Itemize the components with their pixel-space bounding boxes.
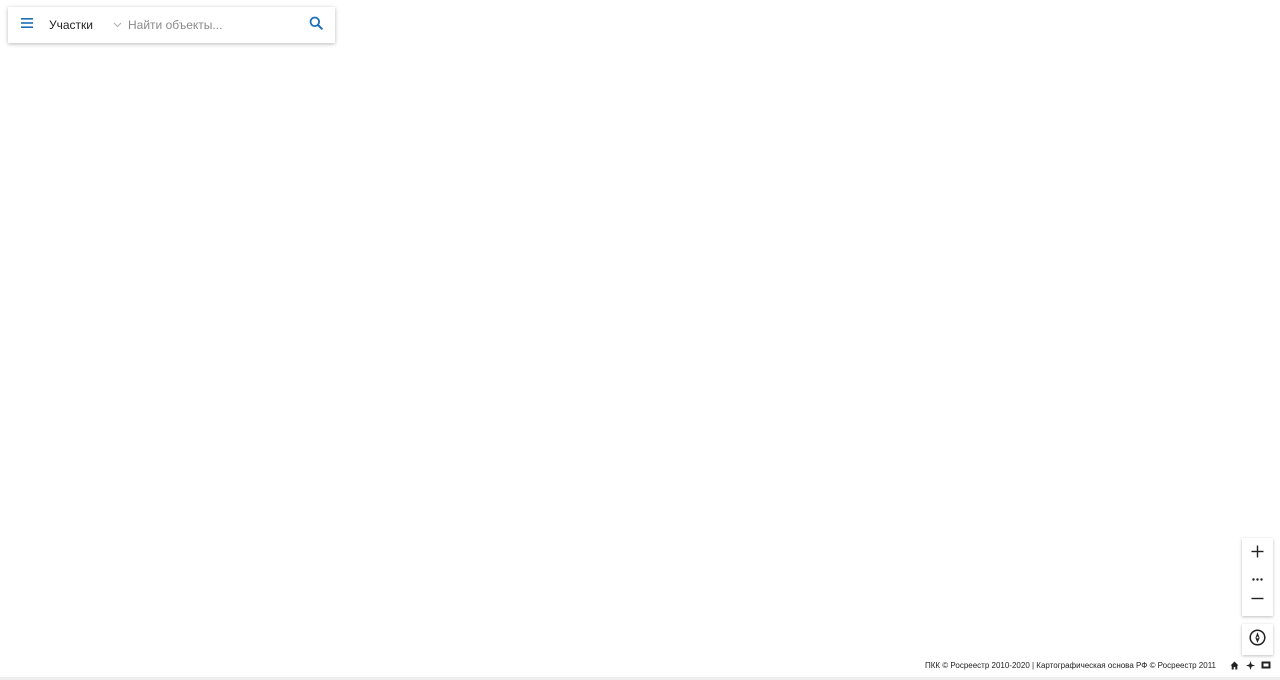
search-panel: Участки (8, 7, 335, 43)
hamburger-menu-icon (20, 16, 34, 34)
search-icon (309, 16, 323, 35)
layer-select[interactable]: Участки (46, 7, 128, 43)
map-layers-icon[interactable] (1258, 658, 1274, 672)
compass-button[interactable] (1242, 624, 1273, 655)
home-icon[interactable] (1226, 658, 1242, 672)
attribution-bar: ПКК © Росреестр 2010-2020 | Картографиче… (925, 658, 1280, 672)
zoom-out-button[interactable] (1242, 585, 1273, 616)
map-canvas[interactable] (0, 0, 1280, 680)
chevron-down-icon (113, 22, 122, 28)
zoom-more-button[interactable] (1242, 569, 1273, 585)
locate-icon[interactable] (1242, 658, 1258, 672)
zoom-in-button[interactable] (1242, 538, 1273, 569)
search-button[interactable] (297, 7, 335, 43)
plus-icon (1251, 545, 1264, 563)
menu-button[interactable] (8, 7, 46, 43)
search-input[interactable] (128, 13, 288, 37)
more-dots-icon (1252, 568, 1263, 586)
attribution-text: ПКК © Росреестр 2010-2020 | Картографиче… (924, 660, 1216, 670)
minus-icon (1251, 592, 1264, 610)
layer-select-label: Участки (49, 18, 93, 32)
compass-icon (1249, 628, 1266, 651)
zoom-controls (1242, 538, 1273, 616)
